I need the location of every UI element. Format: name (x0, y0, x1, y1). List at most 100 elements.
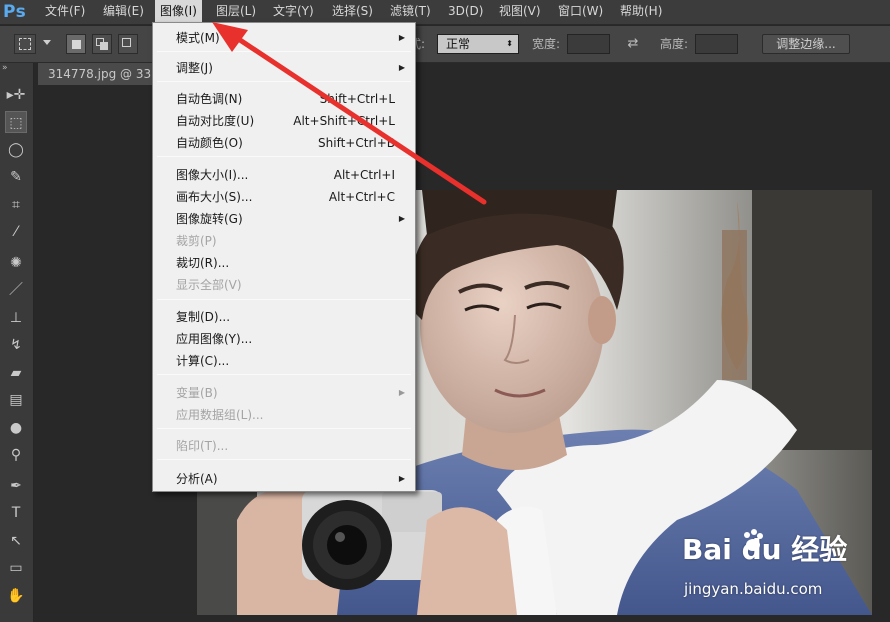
menu-item-label: 自动颜色(O) (176, 136, 243, 150)
lasso-tool-icon[interactable]: ◯ (5, 139, 27, 161)
eyedropper-tool-icon[interactable]: ⁄ (5, 221, 27, 243)
image-menu-item[interactable]: 裁切(R)... (153, 252, 415, 274)
type-tool-icon[interactable]: T (5, 502, 27, 524)
submenu-arrow-icon: ▶ (398, 388, 405, 397)
add-to-selection-button[interactable] (92, 34, 112, 54)
image-menu-item[interactable]: 调整(J) ▶ (153, 57, 415, 79)
image-menu-dropdown: 模式(M) ▶ 调整(J) ▶ 自动色调(N) Shift+Ctrl+L 自动对比度(U) A… (152, 22, 416, 492)
menu-item-shortcut: Alt+Shift+Ctrl+L (293, 114, 395, 128)
image-menu-item[interactable]: 自动颜色(O) Shift+Ctrl+B (153, 132, 415, 154)
height-label: 高度: (660, 37, 689, 51)
menu-bar: Ps 文件(F) 编辑(E) 图像(I) 图层(L) 文字(Y) 选择(S) 滤… (0, 0, 890, 25)
image-menu-item[interactable]: 复制(D)... (153, 306, 415, 328)
quick-selection-tool-icon[interactable]: ✎ (5, 166, 27, 188)
menu-item-label: 图像旋转(G) (176, 212, 243, 226)
height-input[interactable] (695, 34, 738, 54)
photoshop-logo: Ps (3, 2, 27, 22)
image-menu-item: 显示全部(V) (153, 274, 415, 296)
menu-window[interactable]: 窗口(W) (553, 0, 608, 25)
baidu-jingyan-watermark: Bai du 经验 jingyan.baidu.com (682, 528, 882, 608)
menu-file[interactable]: 文件(F) (40, 0, 90, 25)
image-menu-item: 应用数据组(L)... (153, 404, 415, 426)
menu-item-label: 图像大小(I)... (176, 168, 249, 182)
menu-item-label: 变量(B) (176, 386, 218, 400)
tool-preset-picker[interactable] (14, 34, 36, 54)
clone-stamp-tool-icon[interactable]: ⊥ (5, 307, 27, 329)
menu-item-label: 应用图像(Y)... (176, 332, 253, 346)
rectangle-tool-icon[interactable]: ▭ (5, 557, 27, 579)
new-selection-button[interactable] (66, 34, 86, 54)
image-menu-item[interactable]: 分析(A) ▶ (153, 468, 415, 490)
submenu-arrow-icon: ▶ (398, 33, 405, 42)
menu-separator (157, 374, 411, 375)
image-menu-item[interactable]: 自动对比度(U) Alt+Shift+Ctrl+L (153, 110, 415, 132)
image-menu-item: 裁剪(P) (153, 230, 415, 252)
new-selection-icon (72, 40, 81, 49)
blur-tool-icon[interactable]: ● (5, 417, 27, 439)
image-menu-item[interactable]: 应用图像(Y)... (153, 328, 415, 350)
menu-separator (157, 459, 411, 460)
menu-separator (157, 156, 411, 157)
move-tool-icon[interactable]: ▸✛ (5, 84, 27, 106)
menu-view[interactable]: 视图(V) (494, 0, 546, 25)
menu-separator (157, 299, 411, 300)
style-select[interactable]: 正常 ⬍ (437, 34, 519, 54)
subtract-from-selection-button[interactable] (118, 34, 138, 54)
menu-item-label: 自动对比度(U) (176, 114, 255, 128)
preset-dropdown-arrow-icon[interactable] (43, 40, 51, 45)
healing-brush-tool-icon[interactable]: ✺ (5, 252, 27, 274)
hand-tool-icon[interactable]: ✋ (5, 585, 27, 607)
image-menu-item[interactable]: 画布大小(S)... Alt+Ctrl+C (153, 186, 415, 208)
tools-panel: » ▸✛ ⬚ ◯ ✎ ⌗ ⁄ ✺ ／ ⊥ ↯ ▰ ▤ ● ⚲ ✒ T ↖ ▭ ✋ (0, 63, 34, 622)
history-brush-tool-icon[interactable]: ↯ (5, 334, 27, 356)
brush-tool-icon[interactable]: ／ (5, 279, 27, 301)
swap-width-height-icon[interactable]: ⇄ (624, 34, 642, 54)
menu-help[interactable]: 帮助(H) (615, 0, 667, 25)
style-select-value: 正常 (446, 37, 471, 51)
select-chevron-icon: ⬍ (506, 39, 513, 48)
menu-item-shortcut: Shift+Ctrl+B (318, 136, 395, 150)
menu-item-label: 显示全部(V) (176, 278, 242, 292)
marquee-preset-icon (19, 38, 31, 50)
refine-edge-button[interactable]: 调整边缘... (762, 34, 850, 54)
menu-3d[interactable]: 3D(D) (443, 0, 488, 25)
eraser-tool-icon[interactable]: ▰ (5, 362, 27, 384)
image-menu-item: 陷印(T)... (153, 435, 415, 457)
menu-item-label: 陷印(T)... (176, 439, 229, 453)
dodge-tool-icon[interactable]: ⚲ (5, 444, 27, 466)
image-menu-item[interactable]: 图像大小(I)... Alt+Ctrl+I (153, 164, 415, 186)
width-input[interactable] (567, 34, 610, 54)
menu-separator (157, 51, 411, 52)
menu-item-label: 分析(A) (176, 472, 218, 486)
image-menu-item[interactable]: 模式(M) ▶ (153, 27, 415, 49)
menu-separator (157, 428, 411, 429)
menu-item-shortcut: Alt+Ctrl+I (333, 168, 395, 182)
submenu-arrow-icon: ▶ (398, 63, 405, 72)
menu-item-label: 计算(C)... (176, 354, 230, 368)
menu-separator (157, 81, 411, 82)
image-menu-item[interactable]: 计算(C)... (153, 350, 415, 372)
menu-item-label: 应用数据组(L)... (176, 408, 264, 422)
width-label: 宽度: (532, 37, 561, 51)
menu-edit[interactable]: 编辑(E) (98, 0, 149, 25)
document-tab[interactable]: 314778.jpg @ 33... (38, 63, 158, 85)
pen-tool-icon[interactable]: ✒ (5, 475, 27, 497)
crop-tool-icon[interactable]: ⌗ (5, 194, 27, 216)
menu-item-label: 自动色调(N) (176, 92, 243, 106)
image-menu-item[interactable]: 自动色调(N) Shift+Ctrl+L (153, 88, 415, 110)
submenu-arrow-icon: ▶ (398, 214, 405, 223)
menu-item-label: 复制(D)... (176, 310, 231, 324)
menu-item-label: 调整(J) (176, 61, 213, 75)
menu-item-label: 模式(M) (176, 31, 220, 45)
menu-item-label: 裁剪(P) (176, 234, 217, 248)
marquee-tool-icon[interactable]: ⬚ (5, 111, 27, 133)
submenu-arrow-icon: ▶ (398, 474, 405, 483)
image-menu-item: 变量(B) ▶ (153, 382, 415, 404)
menu-item-shortcut: Alt+Ctrl+C (328, 190, 395, 204)
paw-icon (740, 528, 766, 554)
path-selection-tool-icon[interactable]: ↖ (5, 530, 27, 552)
panel-collapse-icon[interactable]: » (2, 63, 8, 73)
gradient-tool-icon[interactable]: ▤ (5, 389, 27, 411)
menu-item-label: 裁切(R)... (176, 256, 230, 270)
image-menu-item[interactable]: 图像旋转(G) ▶ (153, 208, 415, 230)
